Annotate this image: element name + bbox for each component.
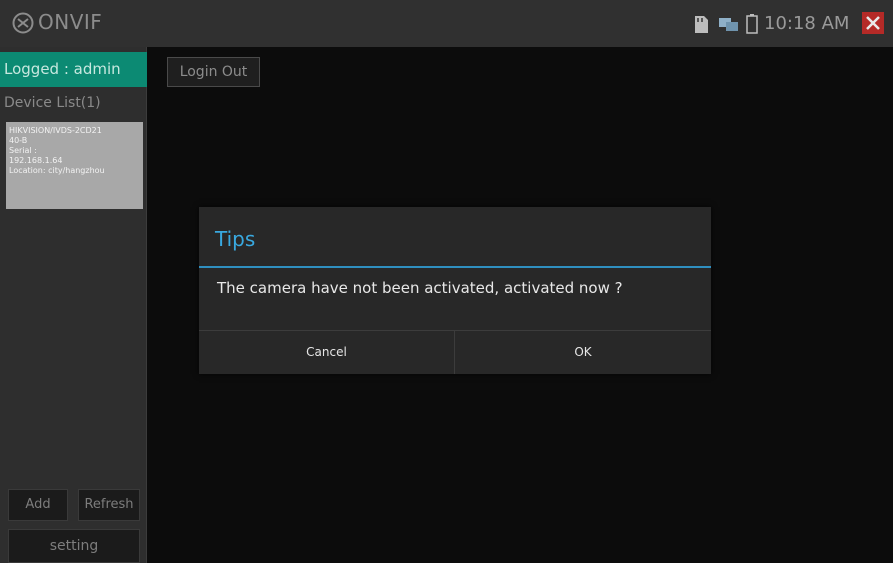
status-clock: 10:18 AM (764, 13, 850, 34)
app-title: ONVIF (38, 10, 103, 34)
sidebar: Logged : admin Device List(1) HIKVISION/… (0, 47, 147, 563)
device-list-item[interactable]: HIKVISION/IVDS-2CD21 40-B Serial : 192.1… (6, 122, 143, 209)
login-out-button[interactable]: Login Out (167, 57, 260, 87)
device-serial: Serial : (9, 146, 37, 155)
setting-button[interactable]: setting (8, 529, 140, 563)
device-list-title: Device List(1) (4, 95, 101, 111)
device-location: Location: city/hangzhou (9, 166, 105, 175)
ok-button[interactable]: OK (455, 331, 711, 374)
top-status-bar: ONVIF 10:18 AM (0, 0, 893, 47)
tips-dialog: Tips The camera have not been activated,… (199, 207, 711, 374)
dialog-button-row: Cancel OK (199, 330, 711, 374)
device-model: HIKVISION/IVDS-2CD21 (9, 126, 102, 135)
camera-circle-icon (12, 12, 34, 34)
dialog-divider (199, 266, 711, 268)
close-icon[interactable] (862, 12, 884, 34)
device-ip: 192.168.1.64 (9, 156, 63, 165)
refresh-button[interactable]: Refresh (78, 489, 140, 521)
sd-card-icon (695, 16, 708, 33)
dialog-message: The camera have not been activated, acti… (217, 279, 623, 297)
network-icon (719, 18, 738, 31)
dialog-title: Tips (215, 227, 256, 251)
device-model-suffix: 40-B (9, 136, 28, 145)
onvif-screen: ONVIF 10:18 AM Logged : admin Device Lis… (0, 0, 893, 563)
logged-user-badge: Logged : admin (0, 52, 147, 87)
battery-icon (746, 14, 758, 34)
cancel-button[interactable]: Cancel (199, 331, 455, 374)
add-button[interactable]: Add (8, 489, 68, 521)
